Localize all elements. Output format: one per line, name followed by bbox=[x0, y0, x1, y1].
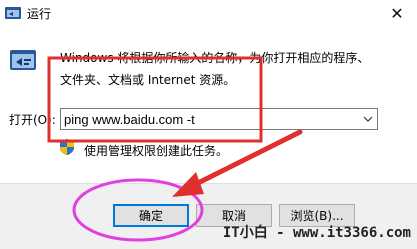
description-line-2: 文件夹、文档或 Internet 资源。 bbox=[60, 73, 236, 87]
run-icon bbox=[5, 7, 21, 19]
open-label: 打开(O): bbox=[9, 113, 56, 127]
admin-privileges-note: 使用管理权限创建此任务。 bbox=[84, 144, 229, 158]
command-input[interactable] bbox=[61, 109, 354, 129]
close-icon: ✕ bbox=[390, 3, 404, 23]
dropdown-button[interactable] bbox=[359, 109, 377, 129]
open-combobox[interactable] bbox=[60, 108, 378, 130]
ok-button[interactable]: 确定 bbox=[113, 204, 189, 227]
watermark: IT小白 - www.it3366.com bbox=[222, 225, 411, 241]
uac-shield-icon bbox=[60, 139, 74, 155]
run-description: Windows 将根据你所输入的名称，为你打开相应的程序、 文件夹、文档或 In… bbox=[60, 47, 405, 91]
chevron-down-icon bbox=[363, 116, 373, 122]
close-button[interactable]: ✕ bbox=[377, 0, 417, 26]
description-line-1: Windows 将根据你所输入的名称，为你打开相应的程序、 bbox=[60, 51, 370, 65]
run-dialog-icon bbox=[10, 50, 36, 70]
title-bar: 运行 ✕ bbox=[0, 0, 417, 27]
window-title: 运行 bbox=[27, 7, 52, 21]
